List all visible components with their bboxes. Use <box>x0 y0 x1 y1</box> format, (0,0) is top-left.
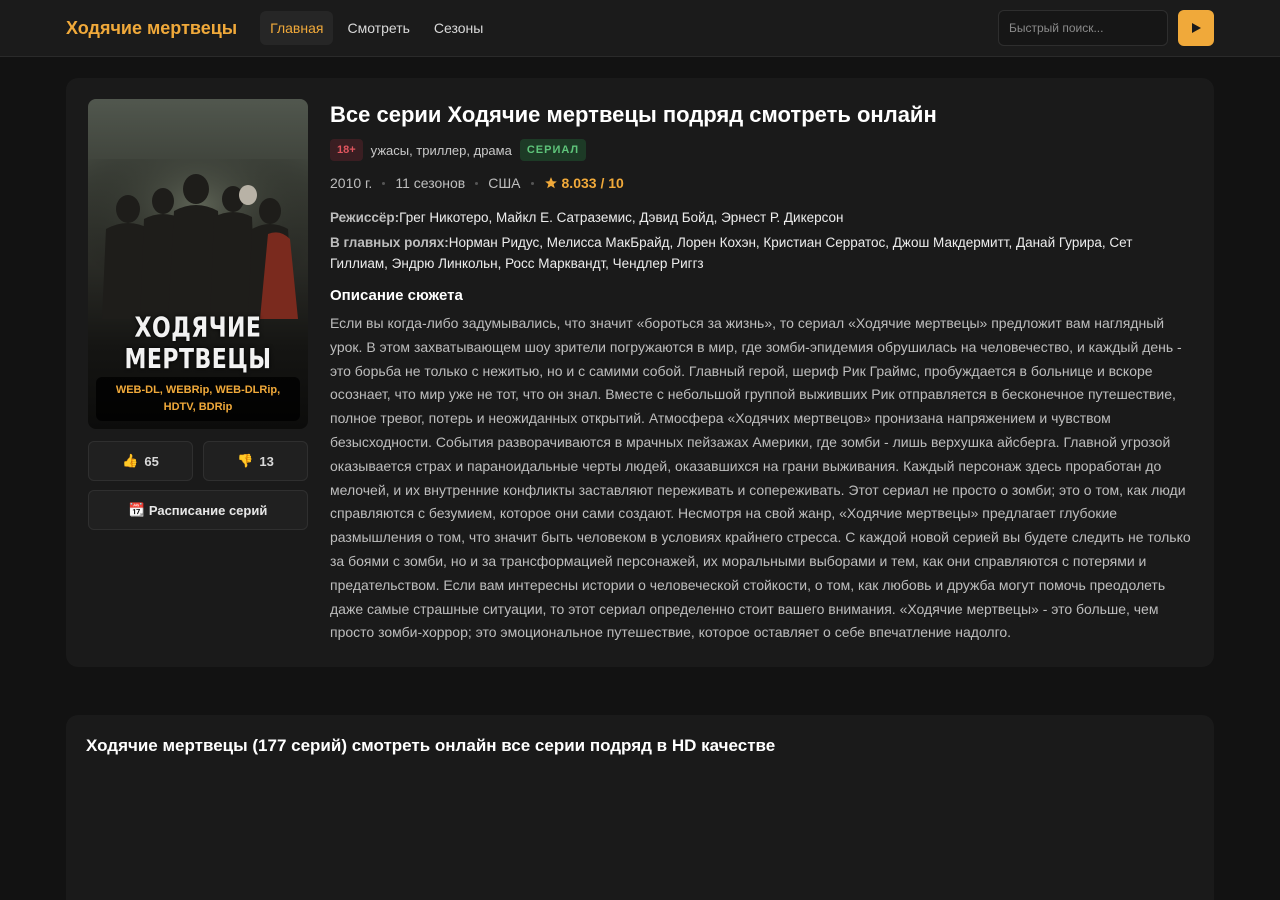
crew-info: Режиссёр:Грег Никотеро, Майкл Е. Сатразе… <box>330 207 1192 274</box>
director-label: Режиссёр: <box>330 210 400 225</box>
poster-title: ХОДЯЧИЕ МЕРТВЕЦЫ <box>124 312 272 376</box>
top-header: Ходячие мертвецы Главная Смотреть Сезоны <box>0 0 1280 57</box>
separator-dot <box>382 181 386 185</box>
header-inner: Ходячие мертвецы Главная Смотреть Сезоны <box>66 0 1214 56</box>
search-button[interactable] <box>1178 10 1214 46</box>
calendar-icon: 📆 <box>128 502 145 517</box>
schedule-label: Расписание серий <box>148 502 268 518</box>
episodes-card: Ходячие мертвецы (177 серий) смотреть он… <box>66 715 1214 900</box>
like-button[interactable]: 👍 65 <box>88 441 193 481</box>
meta-row: 2010 г. 11 сезонов США 8.033 / 10 <box>330 175 1192 191</box>
tags-row: 18+ ужасы, триллер, драма СЕРИАЛ <box>330 139 1192 161</box>
rating: 8.033 / 10 <box>544 175 624 191</box>
info-column: Все серии Ходячие мертвецы подряд смотре… <box>330 99 1192 645</box>
play-icon <box>1192 23 1201 33</box>
type-badge: СЕРИАЛ <box>519 139 587 161</box>
episodes-heading: Ходячие мертвецы (177 серий) смотреть он… <box>86 736 776 756</box>
rating-value: 8.033 / 10 <box>561 175 624 191</box>
site-logo[interactable]: Ходячие мертвецы <box>66 18 237 39</box>
cast-row: В главных ролях:Норман Ридус, Мелисса Ма… <box>330 232 1192 274</box>
star-icon <box>544 177 557 189</box>
separator-dot <box>475 181 479 185</box>
vote-buttons: 👍 65 👎 13 <box>88 441 308 481</box>
year-text: 2010 г. <box>330 175 373 191</box>
description-text: Если вы когда-либо задумывались, что зна… <box>330 315 1191 641</box>
cast-label: В главных ролях: <box>330 235 449 250</box>
schedule-button[interactable]: 📆 Расписание серий <box>88 490 308 530</box>
quality-badge: WEB-DL, WEBRip, WEB-DLRip, HDTV, BDRip <box>96 377 300 421</box>
series-poster[interactable]: ХОДЯЧИЕ МЕРТВЕЦЫ WEB-DL, WEBRip, WEB-DLR… <box>88 99 308 429</box>
nav-item-watch[interactable]: Смотреть <box>337 11 419 45</box>
dislike-button[interactable]: 👎 13 <box>203 441 308 481</box>
seasons-text: 11 сезонов <box>395 175 466 191</box>
main-nav: Главная Смотреть Сезоны <box>260 11 493 45</box>
description-heading: Описание сюжета <box>330 287 463 304</box>
search-input[interactable] <box>998 10 1168 46</box>
nav-item-seasons[interactable]: Сезоны <box>424 11 493 45</box>
age-rating-badge: 18+ <box>330 139 363 161</box>
page-title: Все серии Ходячие мертвецы подряд смотре… <box>330 102 937 127</box>
likes-count: 65 <box>144 453 159 469</box>
poster-column: ХОДЯЧИЕ МЕРТВЕЦЫ WEB-DL, WEBRip, WEB-DLR… <box>88 99 308 645</box>
genres-text: ужасы, триллер, драма <box>370 142 512 158</box>
thumbs-up-icon: 👍 <box>122 453 139 468</box>
nav-item-home[interactable]: Главная <box>260 11 334 45</box>
directors-text: Грег Никотеро, Майкл Е. Сатраземис, Дэви… <box>399 210 844 225</box>
separator-dot <box>530 181 534 185</box>
cast-text: Норман Ридус, Мелисса МакБрайд, Лорен Ко… <box>330 235 1133 271</box>
search-area <box>998 10 1214 46</box>
poster-figures-image <box>88 159 308 319</box>
country-text: США <box>488 175 521 191</box>
series-info-card: ХОДЯЧИЕ МЕРТВЕЦЫ WEB-DL, WEBRip, WEB-DLR… <box>66 78 1214 668</box>
director-row: Режиссёр:Грег Никотеро, Майкл Е. Сатразе… <box>330 207 1192 228</box>
dislikes-count: 13 <box>259 453 274 469</box>
thumbs-down-icon: 👎 <box>237 453 254 468</box>
